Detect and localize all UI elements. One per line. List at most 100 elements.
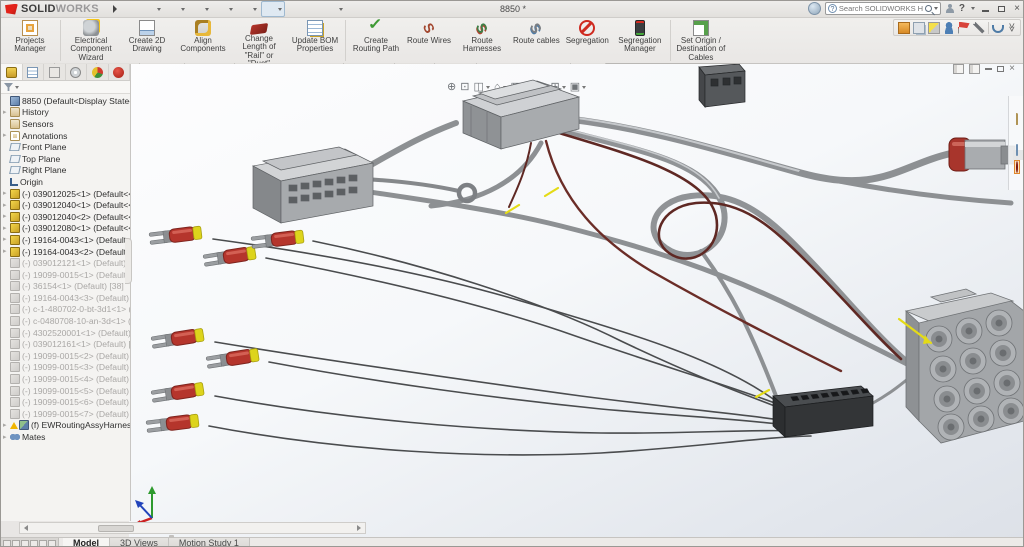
- tree-item[interactable]: ▸ (-) 039012161<1> (Default) [51]: [1, 338, 130, 350]
- ribbon-button[interactable]: Set Origin / Destination of Cables: [673, 18, 729, 63]
- login-icon[interactable]: [808, 2, 821, 15]
- pane-preview-icon[interactable]: [953, 64, 964, 74]
- task-pane-button[interactable]: [1015, 105, 1019, 109]
- toolbar-icon[interactable]: [898, 22, 910, 34]
- task-pane-button[interactable]: [1015, 98, 1019, 102]
- qat-button[interactable]: [213, 2, 235, 16]
- qat-button[interactable]: [287, 2, 303, 16]
- user-account-icon[interactable]: [945, 4, 955, 14]
- qat-button[interactable]: [123, 2, 139, 16]
- tree-panel-tab[interactable]: [44, 64, 66, 80]
- qat-button[interactable]: [165, 2, 187, 16]
- task-pane-button[interactable]: [1014, 112, 1020, 126]
- ribbon-button[interactable]: Change Length of "Rail" or "Duct": [231, 18, 287, 63]
- expand-arrow-icon[interactable]: ▸: [3, 188, 10, 199]
- task-pane-button[interactable]: [1015, 136, 1019, 140]
- tree-item[interactable]: ▸ 8850 (Default<Display State-1>): [1, 95, 130, 107]
- tree-item[interactable]: ▸ (-) c-1-480702-0-bt-3d1<1> (Default: [1, 304, 130, 316]
- tree-item[interactable]: ▸ (-) 039012040<1> (Default<<Default: [1, 199, 130, 211]
- dropdown-arrow-icon[interactable]: [486, 86, 490, 89]
- qat-button[interactable]: [323, 2, 345, 16]
- tree-item[interactable]: ▸ (-) 19164-0043<1> (Default<<Defau: [1, 234, 130, 246]
- tree-item[interactable]: ▸ (-) 19099-0015<2> (Default) [52]: [1, 350, 130, 362]
- model-view-tab[interactable]: Model: [63, 538, 110, 547]
- search-box[interactable]: ?: [825, 2, 941, 15]
- dropdown-arrow-icon[interactable]: [339, 8, 343, 11]
- ribbon-button[interactable]: Update BOM Properties: [287, 18, 343, 63]
- tree-item[interactable]: ▸ (-) 039012080<1> (Default<<Default: [1, 223, 130, 235]
- ribbon-button[interactable]: [60, 20, 61, 61]
- tree-item[interactable]: ▸ Origin: [1, 176, 130, 188]
- tree-item[interactable]: ▸ (-) 19164-0043<2> (Default<<Defau: [1, 246, 130, 258]
- ribbon-button[interactable]: Route Harnesses: [454, 18, 510, 63]
- ribbon-button[interactable]: Create Routing Path: [348, 18, 404, 63]
- tree-item[interactable]: ▸ (-) 36154<1> (Default) [38]: [1, 281, 130, 293]
- tree-item[interactable]: ▸ Right Plane: [1, 165, 130, 177]
- tree-panel-tab[interactable]: [1, 64, 23, 80]
- tab-nav-button[interactable]: [21, 540, 29, 547]
- task-pane-button[interactable]: [1014, 143, 1020, 157]
- ribbon-button[interactable]: Projects Manager: [2, 18, 58, 63]
- task-pane-button[interactable]: [1015, 177, 1019, 181]
- expand-arrow-icon[interactable]: ▸: [3, 420, 10, 431]
- tab-nav-button[interactable]: [30, 540, 38, 547]
- ribbon-button[interactable]: Route cables: [510, 18, 563, 63]
- tree-item[interactable]: ▸ Mates: [1, 431, 130, 443]
- panel-collapse-handle[interactable]: [125, 238, 132, 284]
- toolbar-icon[interactable]: [973, 22, 985, 34]
- dropdown-arrow-icon[interactable]: [157, 8, 161, 11]
- search-icon[interactable]: [925, 5, 932, 12]
- tab-nav-button[interactable]: [3, 540, 11, 547]
- tree-item[interactable]: ▸ (-) 19099-0015<5> (Default) [55]: [1, 385, 130, 397]
- tree-panel-tab[interactable]: [23, 64, 45, 80]
- dropdown-arrow-icon[interactable]: [181, 8, 185, 11]
- tree-item[interactable]: ▸ Top Plane: [1, 153, 130, 165]
- toolbar-icon[interactable]: [913, 22, 925, 34]
- restore-button[interactable]: [995, 3, 1007, 14]
- expand-arrow-icon[interactable]: ▸: [3, 200, 10, 211]
- ribbon-button[interactable]: Segregation: [563, 18, 612, 63]
- view-tool-button[interactable]: ⊕: [447, 81, 456, 93]
- tree-item[interactable]: ▸ (-) 039012121<1> (Default) [36]: [1, 257, 130, 269]
- qat-button[interactable]: [237, 2, 259, 16]
- tree-item[interactable]: ▸ (-) 19099-0015<7> (Default) [57]: [1, 408, 130, 420]
- view-tool-button[interactable]: ◎: [531, 81, 547, 93]
- model-view-tab[interactable]: 3D Views: [110, 538, 169, 547]
- ribbon-button[interactable]: Route Wires: [404, 18, 454, 63]
- tree-item[interactable]: ▸ (-) 039012025<1> (Default<<Default: [1, 188, 130, 200]
- tree-panel-tab[interactable]: [87, 64, 109, 80]
- filter-dropdown-icon[interactable]: [15, 86, 19, 89]
- tab-nav-button[interactable]: [39, 540, 47, 547]
- ribbon-button[interactable]: Create 2D Drawing: [119, 18, 175, 63]
- dropdown-arrow-icon[interactable]: [205, 8, 209, 11]
- toolbar-icon[interactable]: [943, 22, 955, 34]
- doc-minimize-button[interactable]: [985, 68, 992, 70]
- help-dropdown-icon[interactable]: [971, 7, 975, 10]
- close-button[interactable]: ×: [1011, 3, 1023, 14]
- menu-flyout-arrow[interactable]: [113, 5, 117, 13]
- view-tool-button[interactable]: ▣: [570, 81, 586, 93]
- expand-arrow-icon[interactable]: ▸: [3, 234, 10, 245]
- model-view-tab[interactable]: Motion Study 1: [169, 538, 250, 547]
- scrollbar-thumb[interactable]: [98, 525, 134, 532]
- ribbon-button[interactable]: [670, 20, 671, 61]
- dropdown-arrow-icon[interactable]: [229, 8, 233, 11]
- minimize-button[interactable]: [979, 3, 991, 14]
- task-pane-button[interactable]: [1014, 160, 1020, 174]
- view-tool-button[interactable]: ▦: [511, 81, 527, 93]
- toolbar-icon[interactable]: [928, 22, 940, 34]
- tree-item[interactable]: ▸ (-) 4302520001<1> (Default) [48]: [1, 327, 130, 339]
- dropdown-arrow-icon[interactable]: [582, 86, 586, 89]
- tree-item[interactable]: ▸ (-) 19099-0015<4> (Default) [54]: [1, 373, 130, 385]
- tree-item[interactable]: ▸ Sensors: [1, 118, 130, 130]
- qat-button[interactable]: [189, 2, 211, 16]
- expand-arrow-icon[interactable]: ▸: [3, 211, 10, 222]
- expand-arrow-icon[interactable]: ▸: [3, 223, 10, 234]
- tree-item[interactable]: ▸ (-) 19099-0015<1> (Default) [37]: [1, 269, 130, 281]
- task-pane-button[interactable]: [1015, 129, 1019, 133]
- tree-filter-bar[interactable]: [1, 81, 130, 94]
- doc-close-button[interactable]: ×: [1009, 64, 1015, 74]
- view-tool-button[interactable]: ⌂: [494, 81, 507, 93]
- tree-item[interactable]: ▸ (-) 19099-0015<6> (Default) [56]: [1, 396, 130, 408]
- expand-arrow-icon[interactable]: ▸: [3, 246, 10, 257]
